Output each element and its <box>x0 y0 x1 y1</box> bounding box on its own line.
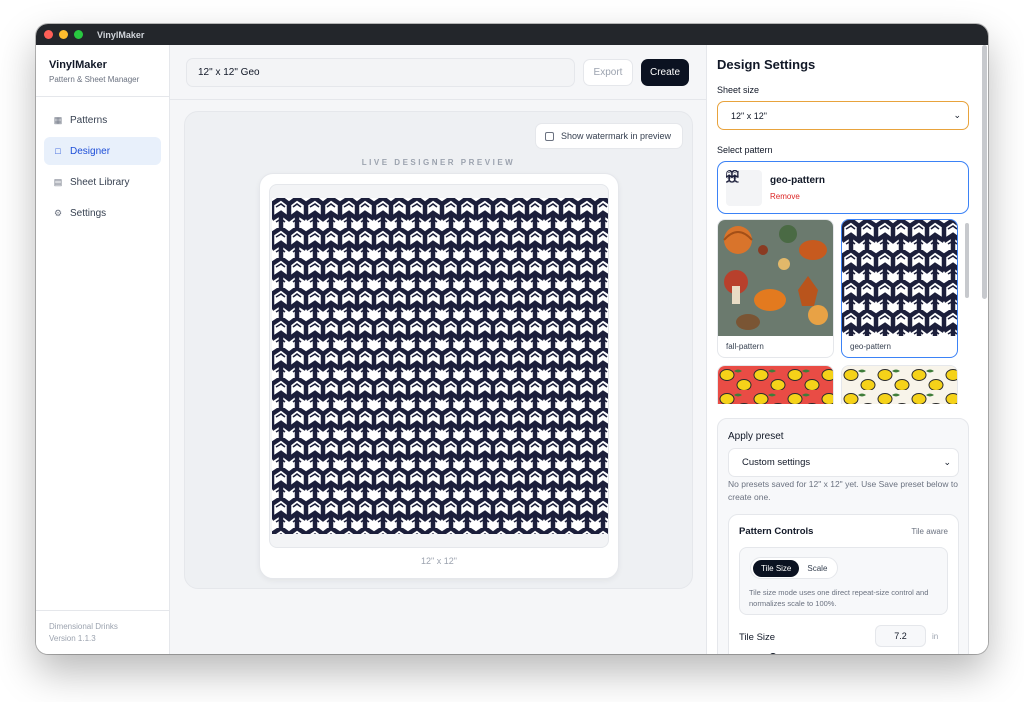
watermark-label: Show watermark in preview <box>560 131 671 141</box>
create-button[interactable]: Create <box>641 58 689 86</box>
tile-size-unit: in <box>932 632 939 641</box>
fall-pattern-image <box>718 220 833 336</box>
square-icon: □ <box>55 146 61 156</box>
preset-card: Apply preset Custom settings ⌄ No preset… <box>717 418 969 654</box>
export-button[interactable]: Export <box>583 58 633 86</box>
toolbar: Export Create <box>170 45 706 100</box>
panel-scrollbar[interactable] <box>982 45 987 299</box>
sidebar-item-label: Settings <box>70 207 107 219</box>
mode-help-text: Tile size mode uses one direct repeat-si… <box>749 588 929 608</box>
gear-icon: ⚙ <box>53 207 63 218</box>
mode-tile-size-button[interactable]: Tile Size <box>753 559 800 577</box>
window-title: VinylMaker <box>97 29 145 40</box>
sidebar-item-patterns[interactable]: ▦ Patterns <box>44 106 161 134</box>
mode-scale-button[interactable]: Scale <box>799 560 835 577</box>
sidebar-item-label: Sheet Library <box>70 176 130 188</box>
watermark-toggle[interactable]: Show watermark in preview <box>534 123 683 149</box>
sidebar-nav: ▦ Patterns □ Designer ▤ Sheet Library ⚙ … <box>36 97 169 239</box>
geo-pattern-image <box>842 220 957 336</box>
sheet-pattern-image <box>272 198 608 534</box>
app-window: VinylMaker VinylMaker Pattern & Sheet Ma… <box>36 24 988 654</box>
sidebar-item-label: Designer <box>70 145 111 157</box>
library-icon: ▤ <box>53 176 63 187</box>
pattern-controls-title: Pattern Controls <box>739 526 814 537</box>
preview-card: Show watermark in preview LIVE DESIGNER … <box>184 111 693 589</box>
footer-version: Version 1.1.3 <box>49 634 96 643</box>
pattern-controls-card: Pattern Controls Tile aware Tile Size Sc… <box>728 514 959 654</box>
sheet-size-select[interactable]: 12" x 12" ⌄ <box>717 101 969 130</box>
tile-aware-badge: Tile aware <box>911 527 948 536</box>
remove-pattern-button[interactable]: Remove <box>770 192 800 201</box>
close-window-button[interactable] <box>44 30 53 39</box>
preset-select[interactable]: Custom settings ⌄ <box>728 448 959 477</box>
brand-subtitle: Pattern & Sheet Manager <box>49 75 140 84</box>
brand-name: VinylMaker <box>49 59 107 71</box>
sidebar-footer: Dimensional Drinks Version 1.1.3 <box>36 610 169 654</box>
sheet-canvas <box>269 184 609 548</box>
sheet-size-value: 12" x 12" <box>731 110 767 121</box>
pattern-grid: fall-pattern geo-pattern <box>717 219 969 404</box>
preset-note: No presets saved for 12" x 12" yet. Use … <box>728 479 958 502</box>
grid-icon: ▦ <box>53 114 63 125</box>
apply-preset-label: Apply preset <box>728 431 784 442</box>
chevron-down-icon: ⌄ <box>953 110 961 120</box>
chevron-down-icon: ⌄ <box>943 457 951 467</box>
design-settings-panel: Design Settings Sheet size 12" x 12" ⌄ S… <box>706 45 988 654</box>
live-preview-label: LIVE DESIGNER PREVIEW <box>361 158 516 167</box>
lemon-white-pattern-image <box>842 366 957 404</box>
title-bar: VinylMaker <box>36 24 988 45</box>
main-area: Export Create Show watermark in preview … <box>170 45 706 654</box>
sidebar-item-designer[interactable]: □ Designer <box>44 137 161 165</box>
sheet-preview: 12" x 12" <box>259 173 619 579</box>
pattern-tile-lemon-white[interactable] <box>841 365 958 404</box>
pattern-tile-name: fall-pattern <box>726 342 764 351</box>
sheet-size-label: Sheet size <box>717 85 760 95</box>
brand: VinylMaker Pattern & Sheet Manager <box>36 45 169 97</box>
sidebar-item-settings[interactable]: ⚙ Settings <box>44 199 161 227</box>
preset-value: Custom settings <box>742 457 811 468</box>
footer-company: Dimensional Drinks <box>49 622 118 631</box>
tile-size-input[interactable]: 7.2 <box>875 625 926 647</box>
pattern-tile-fall[interactable]: fall-pattern <box>717 219 834 358</box>
pattern-grid-scrollbar[interactable] <box>965 223 969 298</box>
selected-pattern-card: geo-pattern Remove <box>717 161 969 214</box>
sheet-size-caption: 12" x 12" <box>421 556 457 566</box>
selected-pattern-thumbnail <box>726 170 762 206</box>
sidebar-item-sheet-library[interactable]: ▤ Sheet Library <box>44 168 161 196</box>
sidebar-item-label: Patterns <box>70 114 108 126</box>
mode-box: Tile Size Scale Tile size mode uses one … <box>739 547 948 615</box>
zoom-window-button[interactable] <box>74 30 83 39</box>
minimize-window-button[interactable] <box>59 30 68 39</box>
watermark-checkbox[interactable] <box>544 131 554 141</box>
design-name-input[interactable] <box>186 57 575 87</box>
tile-size-label: Tile Size <box>739 632 776 643</box>
sidebar: VinylMaker Pattern & Sheet Manager ▦ Pat… <box>36 45 170 654</box>
mode-segmented-control: Tile Size Scale <box>750 557 839 579</box>
select-pattern-label: Select pattern <box>717 145 773 155</box>
tile-size-slider-handle[interactable] <box>769 653 777 654</box>
selected-pattern-name: geo-pattern <box>770 175 825 186</box>
lemon-red-pattern-image <box>718 366 833 404</box>
pattern-tile-name: geo-pattern <box>850 342 891 351</box>
pattern-tile-geo[interactable]: geo-pattern <box>841 219 958 358</box>
panel-title: Design Settings <box>717 57 816 72</box>
pattern-tile-lemon-red[interactable] <box>717 365 834 404</box>
